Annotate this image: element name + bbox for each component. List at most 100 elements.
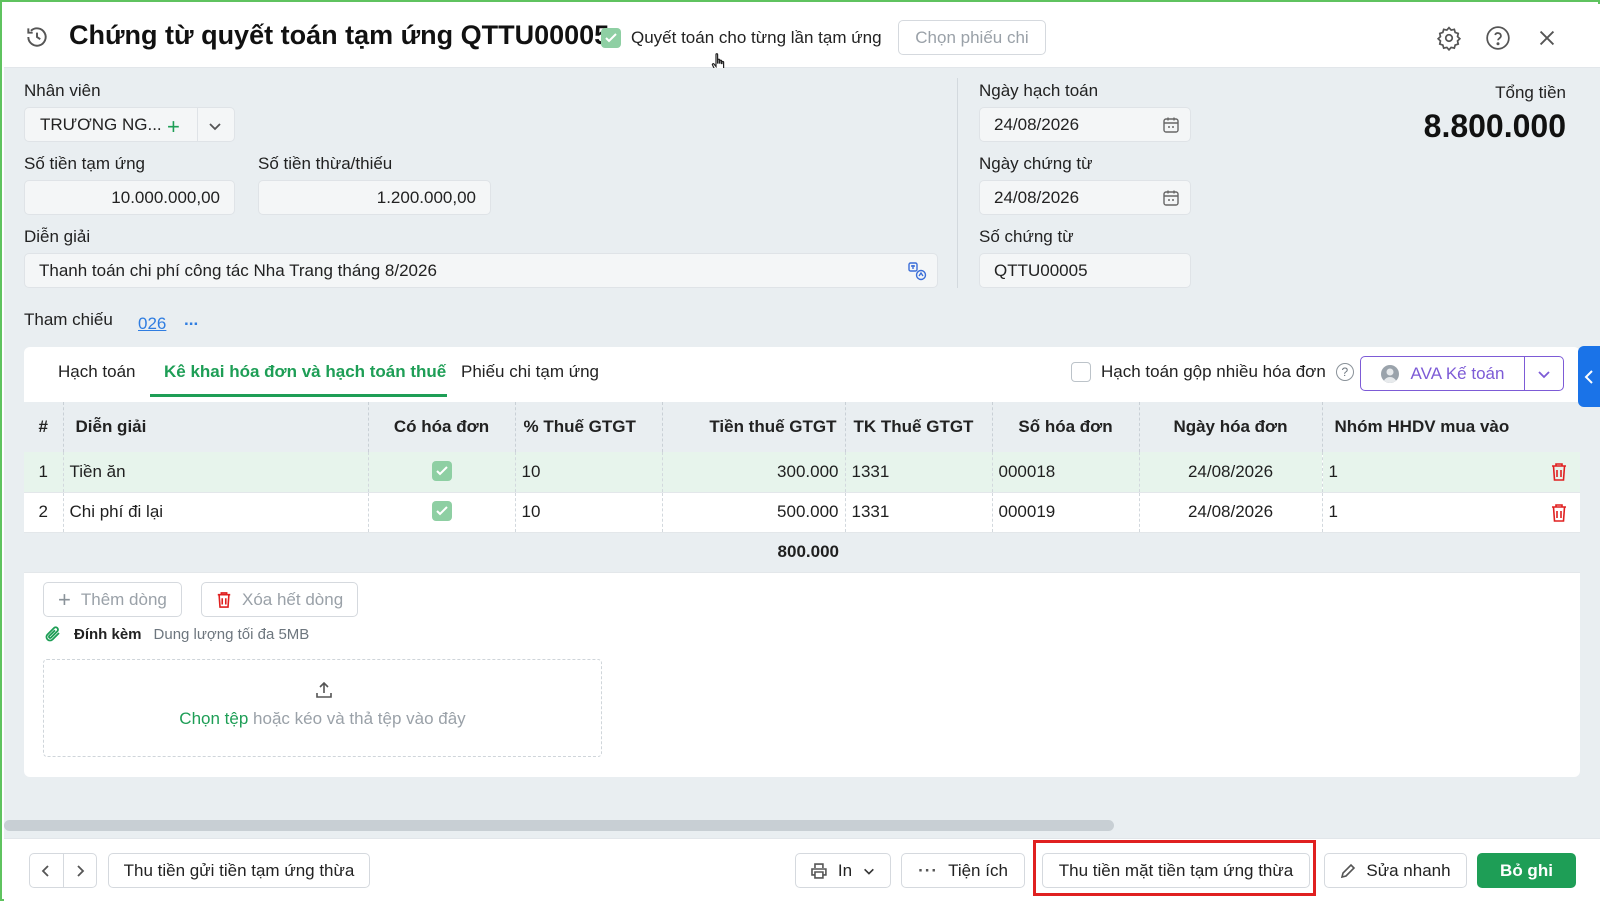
tab-advance-payment[interactable]: Phiếu chi tạm ứng xyxy=(461,362,599,382)
row-vat-account[interactable]: 1331 xyxy=(845,452,993,493)
print-label: In xyxy=(837,860,853,880)
row-vat-rate[interactable]: 10 xyxy=(515,452,663,493)
reference-link[interactable]: 026 xyxy=(138,314,166,334)
row-vat-amount[interactable]: 500.000 xyxy=(662,492,846,533)
clear-rows-button[interactable]: Xóa hết dòng xyxy=(201,582,359,617)
delete-row-icon[interactable] xyxy=(1550,462,1568,482)
col-index: # xyxy=(24,402,64,452)
close-icon[interactable] xyxy=(1533,24,1561,52)
ava-main-button[interactable]: AVA Kế toán xyxy=(1361,357,1525,390)
row-index: 2 xyxy=(24,492,64,533)
help-icon[interactable] xyxy=(1484,24,1512,52)
utilities-label: Tiện ích xyxy=(948,860,1008,880)
delete-row-icon[interactable] xyxy=(1550,503,1568,523)
select-payment-button[interactable]: Chọn phiếu chi xyxy=(898,20,1046,55)
row-vat-account[interactable]: 1331 xyxy=(845,492,993,533)
row-goods-group[interactable]: 1 xyxy=(1322,452,1580,493)
print-button[interactable]: In xyxy=(795,853,891,888)
record-nav-group xyxy=(29,853,97,888)
row-invoice-no[interactable]: 000019 xyxy=(992,492,1140,533)
more-dots-icon: ··· xyxy=(918,860,939,880)
total-label: Tổng tiền xyxy=(1495,83,1566,102)
settle-each-advance-checkbox[interactable]: Quyết toán cho từng lần tạm ứng xyxy=(601,26,882,50)
horizontal-scrollbar[interactable] xyxy=(4,820,1114,831)
active-tab-indicator xyxy=(150,394,447,397)
attachment-header: Đính kèm Dung lượng tối đa 5MB xyxy=(44,625,309,643)
table-row[interactable]: 1 Tiền ăn 10 300.000 1331 000018 24/08/2… xyxy=(24,452,1580,493)
add-employee-icon[interactable]: + xyxy=(167,114,180,140)
checkbox-checked-icon[interactable] xyxy=(601,28,621,48)
advance-amount-field[interactable]: 10.000.000,00 xyxy=(24,180,235,215)
tab-bar: Hạch toán Kê khai hóa đơn và hạch toán t… xyxy=(24,347,1580,400)
reference-more-link[interactable]: ... xyxy=(184,310,198,330)
chevron-down-icon xyxy=(864,868,874,875)
attachment-label: Đính kèm xyxy=(74,625,142,643)
row-vat-amount[interactable]: 300.000 xyxy=(662,452,846,493)
total-amount: 8.800.000 xyxy=(1423,108,1566,144)
utilities-button[interactable]: ··· Tiện ích xyxy=(901,853,1025,888)
plus-icon: + xyxy=(58,586,71,612)
translate-icon[interactable] xyxy=(907,261,927,281)
unpost-button[interactable]: Bỏ ghi xyxy=(1477,853,1576,888)
add-row-button[interactable]: + Thêm dòng xyxy=(43,582,182,617)
description-field[interactable]: Thanh toán chi phí công tác Nha Trang th… xyxy=(24,253,938,288)
checkbox-checked-icon[interactable] xyxy=(431,501,452,521)
doc-date-field[interactable]: 24/08/2026 xyxy=(979,180,1191,215)
select-divider xyxy=(197,108,198,141)
chevron-down-icon xyxy=(1538,370,1550,378)
col-vat-amount: Tiền thuế GTGT xyxy=(662,402,846,452)
row-has-invoice[interactable] xyxy=(368,492,516,533)
row-invoice-no[interactable]: 000018 xyxy=(992,452,1140,493)
settings-gear-icon[interactable] xyxy=(1435,24,1463,52)
ava-accounting-button[interactable]: AVA Kế toán xyxy=(1360,356,1564,391)
highlight-box xyxy=(1033,840,1316,896)
ava-button-label: AVA Kế toán xyxy=(1410,363,1505,383)
table-total-row: 800.000 xyxy=(24,532,1580,573)
row-description[interactable]: Tiền ăn xyxy=(63,452,369,493)
quick-edit-button[interactable]: Sửa nhanh xyxy=(1324,853,1467,888)
row-has-invoice[interactable] xyxy=(368,452,516,493)
doc-no-field[interactable]: QTTU00005 xyxy=(979,253,1191,288)
row-goods-group[interactable]: 1 xyxy=(1322,492,1580,533)
description-label: Diễn giải xyxy=(24,227,91,246)
history-icon[interactable] xyxy=(24,24,50,50)
ava-dropdown-button[interactable] xyxy=(1525,357,1563,390)
trash-icon xyxy=(217,591,231,608)
doc-date-label: Ngày chứng từ xyxy=(979,154,1093,173)
choose-file-link[interactable]: Chọn tệp xyxy=(179,709,248,728)
next-record-button[interactable] xyxy=(64,854,97,887)
calendar-icon[interactable] xyxy=(1162,189,1180,207)
surplus-label: Số tiền thừa/thiếu xyxy=(258,154,393,173)
description-value: Thanh toán chi phí công tác Nha Trang th… xyxy=(39,260,437,280)
tab-invoice-tax[interactable]: Kê khai hóa đơn và hạch toán thuế xyxy=(164,362,446,382)
file-dropzone[interactable]: Chọn tệp hoặc kéo và thả tệp vào đây xyxy=(43,659,602,757)
col-has-invoice: Có hóa đơn xyxy=(368,402,516,452)
doc-date-value: 24/08/2026 xyxy=(994,187,1080,207)
surplus-field[interactable]: 1.200.000,00 xyxy=(258,180,491,215)
row-goods-group-value: 1 xyxy=(1328,502,1338,521)
checkbox-checked-icon[interactable] xyxy=(431,460,452,481)
chevron-down-icon[interactable] xyxy=(207,118,223,134)
detail-card: Hạch toán Kê khai hóa đơn và hạch toán t… xyxy=(24,347,1580,777)
deposit-refund-button[interactable]: Thu tiền gửi tiền tạm ứng thừa xyxy=(108,853,370,888)
help-question-icon[interactable]: ? xyxy=(1335,363,1354,381)
combine-invoices-checkbox[interactable]: Hạch toán gộp nhiều hóa đơn ? xyxy=(1071,362,1354,382)
row-invoice-date[interactable]: 24/08/2026 xyxy=(1139,452,1323,493)
tab-accounting[interactable]: Hạch toán xyxy=(58,362,136,382)
prev-record-button[interactable] xyxy=(30,854,64,887)
total-vat-amount: 800.000 xyxy=(662,532,845,573)
table-row[interactable]: 2 Chi phí đi lại 10 500.000 1331 000019 … xyxy=(24,492,1580,533)
employee-select[interactable]: TRƯƠNG NG... + xyxy=(24,107,235,142)
row-description[interactable]: Chi phí đi lại xyxy=(63,492,369,533)
calendar-icon[interactable] xyxy=(1162,116,1180,134)
row-invoice-date[interactable]: 24/08/2026 xyxy=(1139,492,1323,533)
row-vat-rate[interactable]: 10 xyxy=(515,492,663,533)
col-description: Diễn giải xyxy=(63,402,369,452)
row-goods-group-value: 1 xyxy=(1328,461,1338,481)
side-panel-toggle[interactable] xyxy=(1578,346,1600,407)
checkbox-unchecked-icon[interactable] xyxy=(1071,362,1091,382)
ava-avatar-icon xyxy=(1380,364,1399,383)
total-spacer xyxy=(845,532,1580,573)
footer-toolbar: Thu tiền gửi tiền tạm ứng thừa In ··· Ti… xyxy=(4,838,1600,901)
posting-date-field[interactable]: 24/08/2026 xyxy=(979,107,1191,142)
